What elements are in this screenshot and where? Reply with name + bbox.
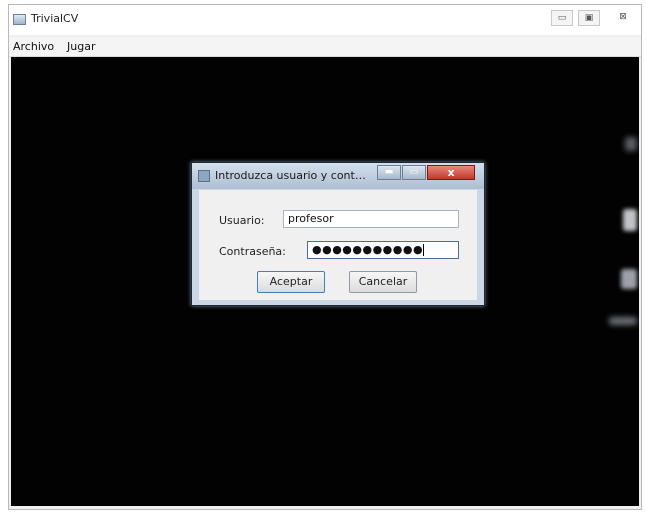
password-label: Contraseña: — [219, 245, 286, 258]
close-button[interactable]: ⊠ — [612, 10, 634, 26]
usuario-field[interactable]: profesor — [283, 210, 459, 228]
menu-jugar[interactable]: Jugar — [67, 40, 95, 53]
dialog-close-button[interactable]: x — [427, 165, 475, 180]
usuario-label: Usuario: — [219, 214, 265, 227]
dialog-minimize-button[interactable]: ▬ — [377, 165, 401, 180]
cancel-button[interactable]: Cancelar — [349, 271, 417, 293]
accept-button[interactable]: Aceptar — [257, 271, 325, 293]
dialog-content: Usuario: profesor Contraseña: ●●●●●●●●●●… — [199, 190, 477, 300]
dialog-maximize-button[interactable]: ▭ — [402, 165, 426, 180]
minimize-button[interactable]: ▭ — [551, 10, 573, 26]
dialog-icon — [198, 170, 210, 182]
menu-archivo[interactable]: Archivo — [13, 40, 54, 53]
login-dialog: Introduzca usuario y contras... ▬ ▭ x Us… — [191, 162, 485, 306]
menu-bar: Archivo Jugar — [9, 37, 641, 57]
window-title: TrivialCV — [31, 12, 79, 25]
background-light — [621, 269, 637, 289]
title-bar[interactable]: TrivialCV ▭ ▣ ⊠ — [9, 5, 641, 35]
maximize-button[interactable]: ▣ — [578, 10, 600, 26]
dialog-title: Introduzca usuario y contras... — [215, 169, 369, 182]
background-light — [609, 317, 637, 325]
app-icon — [13, 14, 26, 25]
dialog-title-bar[interactable]: Introduzca usuario y contras... ▬ ▭ x — [192, 163, 484, 189]
password-field[interactable]: ●●●●●●●●●●● — [307, 241, 459, 259]
background-light — [623, 209, 637, 231]
background-light — [625, 137, 637, 151]
